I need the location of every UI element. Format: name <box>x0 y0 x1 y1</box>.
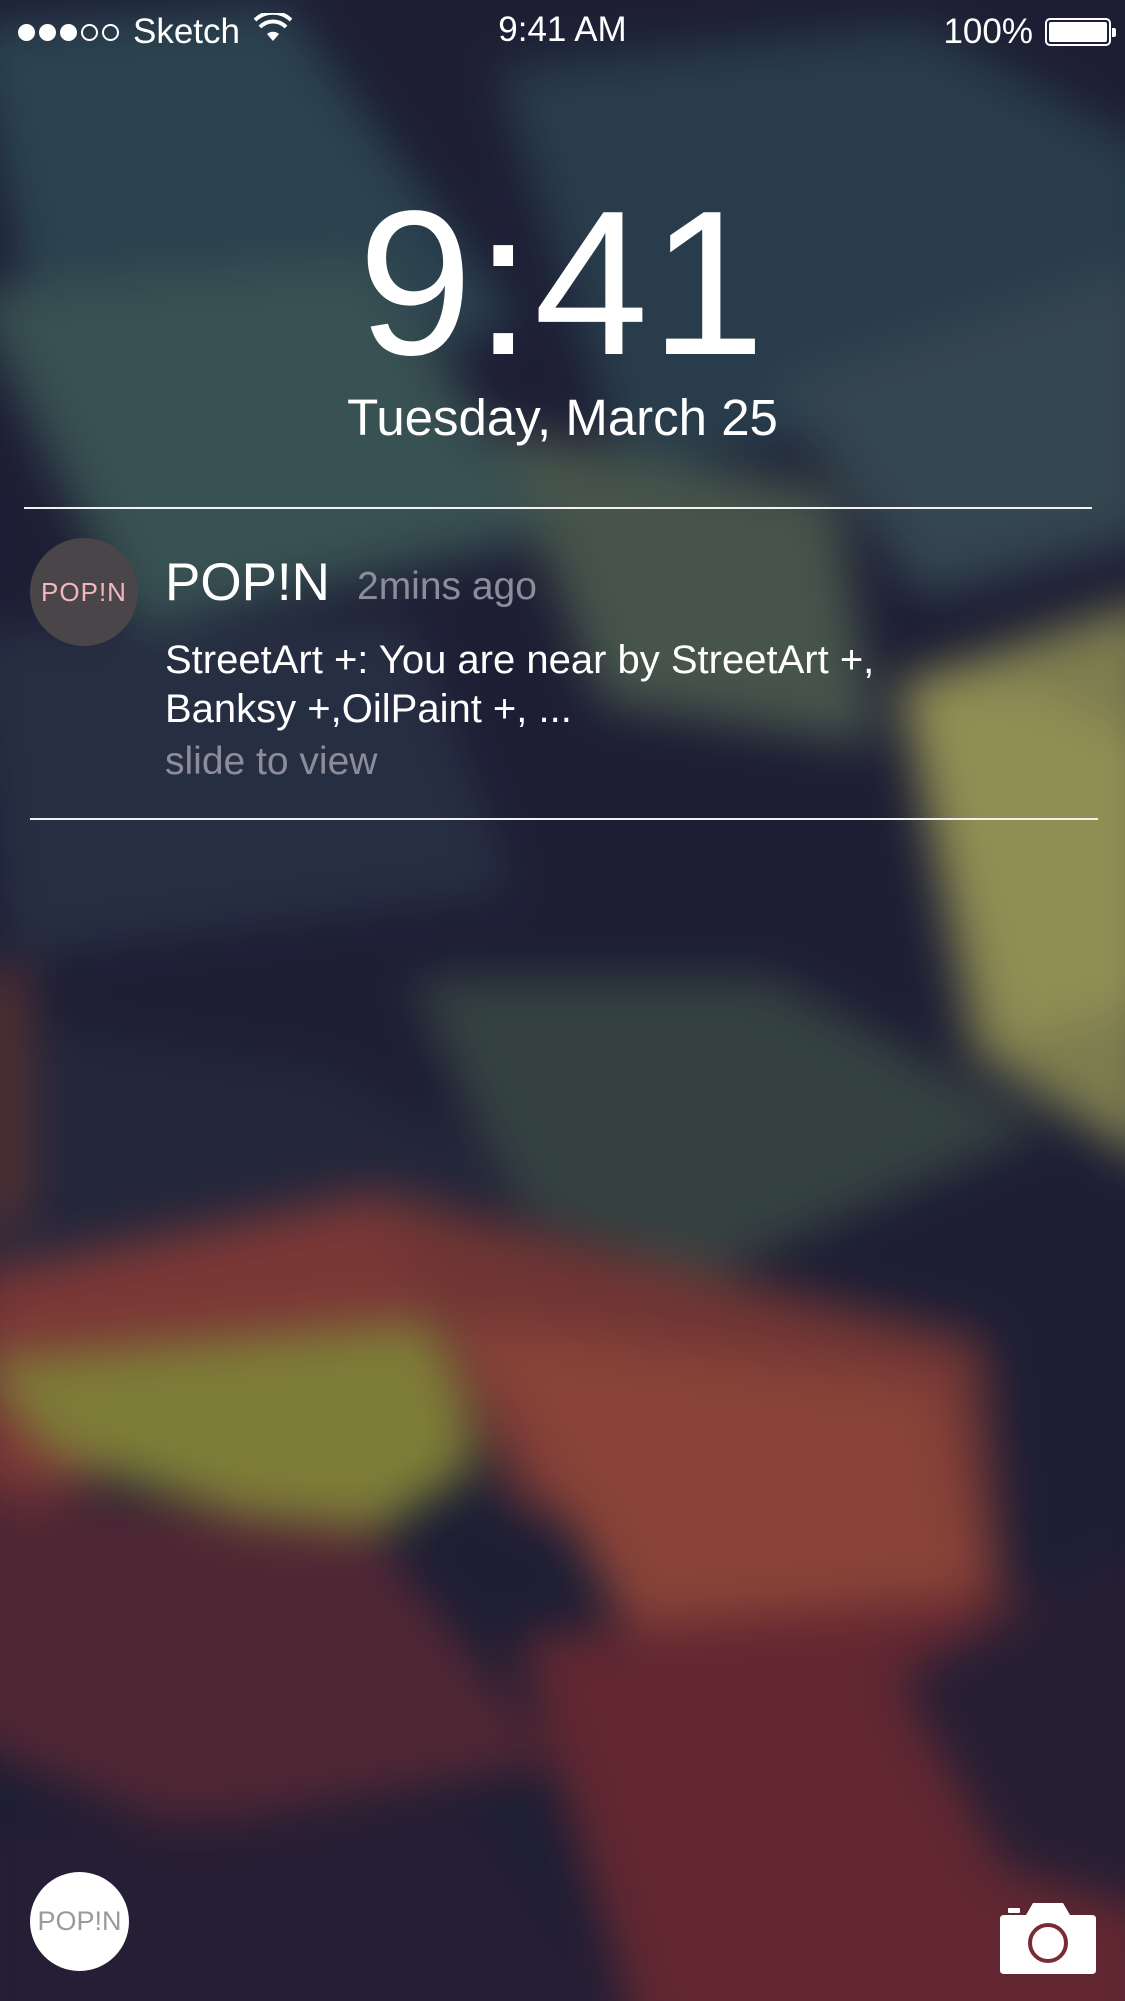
status-bar: Sketch 9:41 AM 100% <box>0 0 1125 62</box>
notification-message-line1: StreetArt +: You are near by StreetArt +… <box>165 638 875 682</box>
battery-fill <box>1049 22 1107 42</box>
notification-message: StreetArt +: You are near by StreetArt +… <box>165 636 1065 734</box>
notification-message-line2: Banksy +,OilPaint +, ... <box>165 687 572 731</box>
notification-divider-bottom <box>30 818 1098 820</box>
popin-app-button[interactable]: POP!N <box>30 1872 129 1971</box>
status-right: 100% <box>943 12 1116 52</box>
notification-divider-top <box>24 507 1092 509</box>
camera-icon[interactable] <box>1000 1897 1096 1974</box>
app-icon[interactable]: POP!N <box>30 538 138 646</box>
lock-clock: 9:41 <box>358 168 767 398</box>
lock-date: Tuesday, March 25 <box>347 389 778 446</box>
battery-percent: 100% <box>943 12 1033 51</box>
battery-icon <box>1045 18 1116 46</box>
notification-time: 2mins ago <box>357 565 537 608</box>
notification-app-name: POP!N <box>165 553 330 612</box>
slide-to-view-hint[interactable]: slide to view <box>165 740 377 784</box>
